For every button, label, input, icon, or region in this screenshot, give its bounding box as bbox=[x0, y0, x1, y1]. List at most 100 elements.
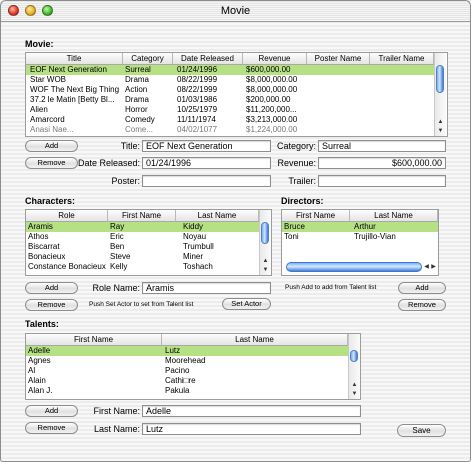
talent-row[interactable]: Al Pacino bbox=[26, 366, 348, 376]
add-director-hint: Push Add to add from Talent list bbox=[285, 284, 377, 291]
movie-section-label: Movie: bbox=[25, 39, 54, 49]
date-released-field[interactable]: 01/24/1996 bbox=[142, 157, 271, 169]
character-last-name-cell: Trumbull bbox=[183, 242, 214, 251]
talent-row[interactable]: Alan J. Pakula bbox=[26, 386, 348, 396]
scroll-right-arrow-icon[interactable]: ▶ bbox=[430, 263, 437, 272]
poster-field[interactable] bbox=[142, 175, 271, 187]
title-field[interactable]: EOF Next Generation bbox=[142, 140, 271, 152]
movie-row[interactable]: EOF Next Generation Surreal 01/24/1996 $… bbox=[26, 65, 434, 75]
movie-date-cell: 01/24/1996 bbox=[177, 65, 218, 74]
talent-row[interactable]: Adelle Lutz bbox=[26, 346, 348, 356]
title-label: Title: bbox=[120, 141, 140, 151]
movie-row[interactable]: WOF The Next Big Thing Action 08/22/1999… bbox=[26, 85, 434, 95]
scroll-left-arrow-icon[interactable]: ◀ bbox=[423, 263, 430, 272]
character-last-name-cell: Toshach bbox=[183, 262, 213, 271]
movie-title-cell: Alien bbox=[30, 105, 48, 114]
remove-character-button[interactable]: Remove bbox=[25, 299, 78, 311]
talent-row[interactable]: Alain Cathi□re bbox=[26, 376, 348, 386]
talent-first-name-cell: Alain bbox=[28, 376, 46, 385]
talent-row[interactable]: Agnes Moorehead bbox=[26, 356, 348, 366]
director-row[interactable]: Toni Trujillo-Vian bbox=[282, 232, 438, 242]
column-header-first-name[interactable]: First Name bbox=[282, 210, 350, 222]
column-header-last-name[interactable]: Last Name bbox=[176, 210, 259, 222]
scroll-thumb[interactable] bbox=[436, 65, 444, 93]
column-header-date-released[interactable]: Date Released bbox=[173, 53, 243, 65]
column-header-first-name[interactable]: First Name bbox=[108, 210, 176, 222]
set-actor-hint: Push Set Actor to set from Talent list bbox=[89, 301, 194, 308]
movie-category-cell: Comedy bbox=[125, 115, 155, 124]
movie-row[interactable]: Anasi Nae... Come... 04/02/1077 $1,224,0… bbox=[26, 125, 434, 135]
first-name-label: First Name: bbox=[93, 406, 140, 416]
character-row[interactable]: Biscarrat Ben Trumbull bbox=[26, 242, 259, 252]
movie-title-cell: Star WOB bbox=[30, 75, 67, 84]
remove-movie-button[interactable]: Remove bbox=[25, 157, 78, 169]
movie-title-cell: Amarcord bbox=[30, 115, 65, 124]
character-row[interactable]: Aramis Ray Kiddy bbox=[26, 222, 259, 232]
character-role-cell: Biscarrat bbox=[28, 242, 60, 251]
column-header-trailer-name[interactable]: Trailer Name bbox=[370, 53, 434, 65]
character-first-name-cell: Steve bbox=[110, 252, 131, 261]
scroll-up-arrow-icon[interactable]: ▲ bbox=[435, 118, 446, 127]
column-header-role[interactable]: Role bbox=[26, 210, 108, 222]
column-header-last-name[interactable]: Last Name bbox=[350, 210, 438, 222]
directors-table[interactable]: First Name Last Name Bruce Arthur Toni T… bbox=[281, 209, 439, 276]
column-header-last-name[interactable]: Last Name bbox=[162, 334, 348, 346]
character-first-name-cell: Eric bbox=[110, 232, 124, 241]
talent-last-name-cell: Pakula bbox=[165, 386, 190, 395]
movie-table-scrollbar[interactable]: ▲ ▼ bbox=[434, 53, 446, 136]
add-character-button[interactable]: Add bbox=[25, 282, 78, 294]
character-row[interactable]: Constance Bonacieux Kelly Toshach bbox=[26, 262, 259, 272]
movie-date-cell: 01/03/1986 bbox=[177, 95, 218, 104]
talent-first-name-cell: Adelle bbox=[28, 346, 51, 355]
set-actor-button[interactable]: Set Actor bbox=[222, 298, 271, 310]
add-talent-button[interactable]: Add bbox=[25, 405, 78, 417]
director-row[interactable]: Bruce Arthur bbox=[282, 222, 438, 232]
scroll-thumb[interactable] bbox=[350, 350, 358, 362]
add-movie-button[interactable]: Add bbox=[25, 140, 78, 152]
scroll-down-arrow-icon[interactable]: ▼ bbox=[349, 390, 360, 399]
trailer-label: Trailer: bbox=[288, 176, 316, 186]
movie-category-cell: Action bbox=[125, 85, 148, 94]
scroll-down-arrow-icon[interactable]: ▼ bbox=[435, 127, 446, 136]
movie-title-cell: EOF Next Generation bbox=[30, 65, 107, 74]
add-director-button[interactable]: Add bbox=[398, 282, 446, 294]
column-header-first-name[interactable]: First Name bbox=[26, 334, 162, 346]
save-button[interactable]: Save bbox=[397, 424, 446, 437]
scroll-up-arrow-icon[interactable]: ▲ bbox=[260, 257, 271, 266]
last-name-field[interactable]: Lutz bbox=[142, 423, 361, 435]
column-header-poster-name[interactable]: Poster Name bbox=[307, 53, 370, 65]
character-row[interactable]: Athos Eric Noyau bbox=[26, 232, 259, 242]
characters-table[interactable]: Role First Name Last Name Aramis Ray Kid… bbox=[25, 209, 272, 276]
category-field[interactable]: Surreal bbox=[318, 140, 446, 152]
scroll-thumb[interactable] bbox=[261, 222, 269, 244]
remove-director-button[interactable]: Remove bbox=[398, 299, 446, 311]
trailer-field[interactable] bbox=[318, 175, 446, 187]
remove-talent-button[interactable]: Remove bbox=[25, 422, 78, 434]
directors-table-hscroll-thumb[interactable] bbox=[286, 262, 422, 272]
movie-row[interactable]: Star WOB Drama 08/22/1999 $8,000,000.00 bbox=[26, 75, 434, 85]
talent-first-name-cell: Agnes bbox=[28, 356, 51, 365]
scroll-up-arrow-icon[interactable]: ▲ bbox=[349, 381, 360, 390]
talent-last-name-cell: Moorehead bbox=[165, 356, 206, 365]
talent-last-name-cell: Cathi□re bbox=[165, 376, 196, 385]
movie-table[interactable]: Title Category Date Released Revenue Pos… bbox=[25, 52, 448, 137]
movie-row[interactable]: 37.2 le Matin [Betty Bl... Drama 01/03/1… bbox=[26, 95, 434, 105]
talents-table[interactable]: First Name Last Name Adelle Lutz Agnes M… bbox=[25, 333, 361, 400]
title-bar[interactable]: Movie bbox=[1, 1, 470, 22]
revenue-field[interactable]: $600,000.00 bbox=[318, 157, 446, 169]
talents-table-scrollbar[interactable]: ▲ ▼ bbox=[348, 334, 360, 399]
movie-row[interactable]: Amarcord Comedy 11/11/1974 $3,213,000.00 bbox=[26, 115, 434, 125]
characters-table-scrollbar[interactable]: ▲ ▼ bbox=[259, 210, 271, 275]
first-name-field[interactable]: Adelle bbox=[142, 405, 361, 417]
scroll-down-arrow-icon[interactable]: ▼ bbox=[260, 266, 271, 275]
movie-category-cell: Horror bbox=[125, 105, 148, 114]
column-header-revenue[interactable]: Revenue bbox=[243, 53, 307, 65]
movie-category-cell: Surreal bbox=[125, 65, 151, 74]
column-header-title[interactable]: Title bbox=[26, 53, 123, 65]
character-row[interactable]: Bonacieux Steve Miner bbox=[26, 252, 259, 262]
role-name-field[interactable]: Aramis bbox=[142, 282, 271, 294]
character-role-cell: Constance Bonacieux bbox=[28, 262, 106, 271]
role-name-label: Role Name: bbox=[92, 283, 140, 293]
movie-row[interactable]: Alien Horror 10/25/1979 $11,200,000... bbox=[26, 105, 434, 115]
column-header-category[interactable]: Category bbox=[123, 53, 173, 65]
